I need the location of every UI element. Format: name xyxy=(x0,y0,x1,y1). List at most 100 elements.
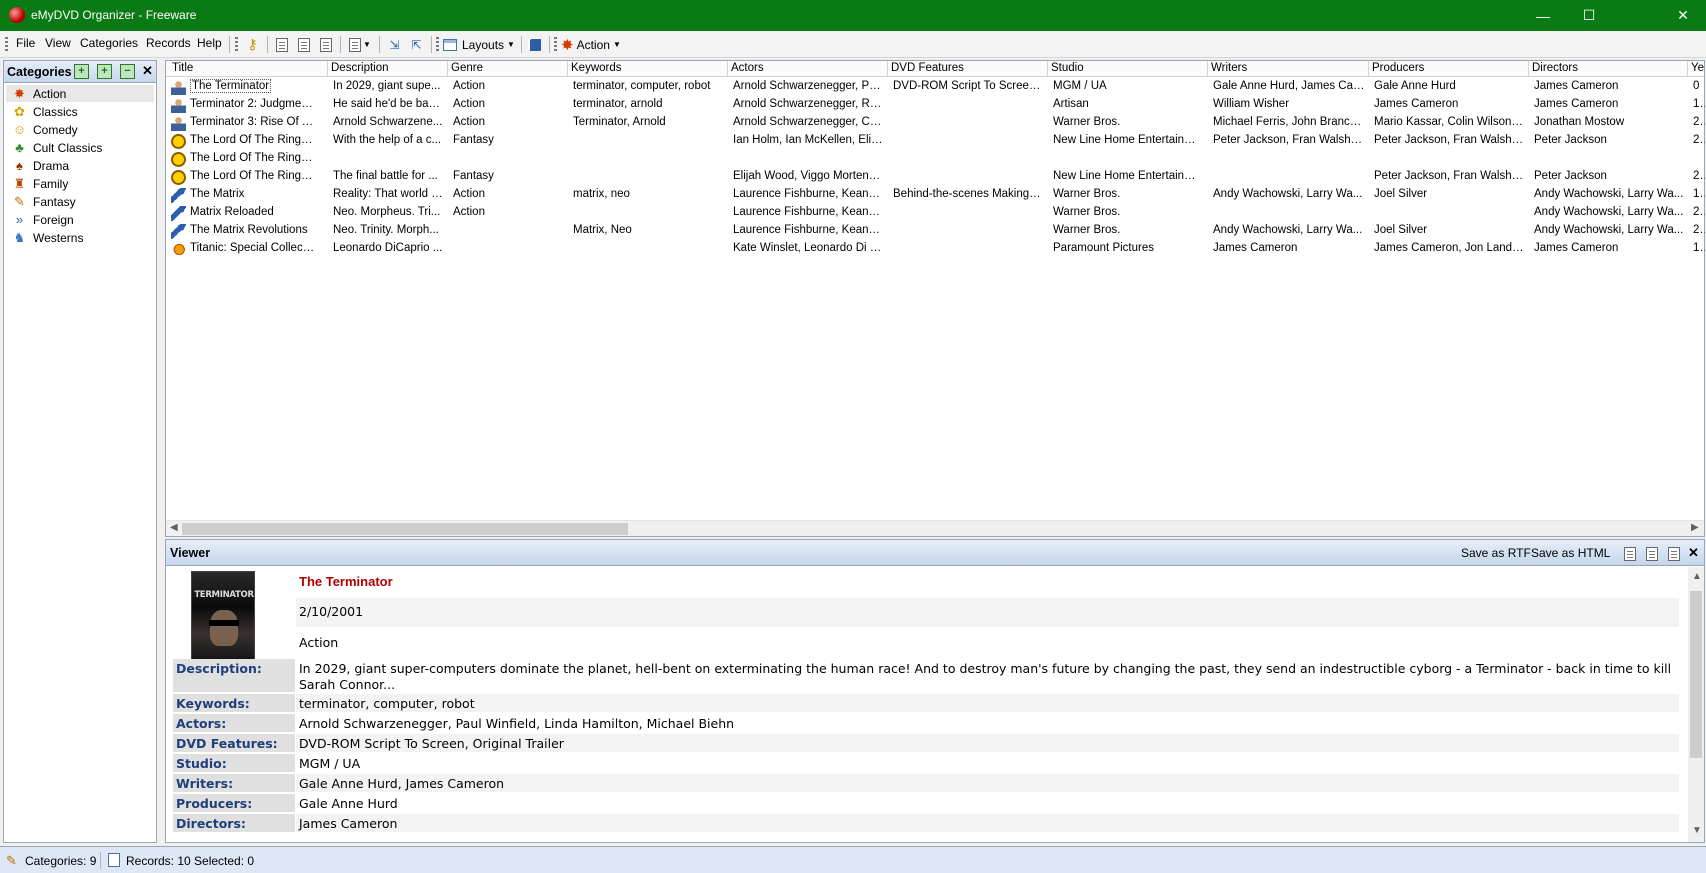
column-divider[interactable] xyxy=(1047,61,1048,77)
column-header[interactable]: Studio xyxy=(1051,62,1084,74)
category-item[interactable]: ♞ Westerns xyxy=(6,229,154,246)
vertical-scrollbar[interactable]: ▲ ▼ xyxy=(1688,567,1704,842)
table-cell: Peter Jackson xyxy=(1534,170,1607,182)
scroll-down-icon[interactable]: ▼ xyxy=(1692,825,1702,836)
column-header[interactable]: Title xyxy=(172,62,193,74)
scrollbar-thumb[interactable] xyxy=(1690,591,1702,758)
horizontal-scrollbar[interactable]: ◀ ▶ xyxy=(166,520,1704,536)
category-item[interactable]: ♠ Drama xyxy=(6,157,154,174)
clear-filter-icon[interactable]: ⇱ xyxy=(407,35,426,54)
close-viewer-icon[interactable]: ✕ xyxy=(1688,545,1699,561)
keys-icon[interactable]: ⚷ xyxy=(243,35,262,54)
column-header[interactable]: Keywords xyxy=(571,62,622,74)
table-cell: Action xyxy=(453,206,485,218)
category-item[interactable]: ☺ Comedy xyxy=(6,121,154,138)
categories-title: Categories xyxy=(7,65,72,79)
menu-view[interactable]: View xyxy=(45,36,71,50)
column-divider[interactable] xyxy=(1207,61,1208,77)
column-divider[interactable] xyxy=(1368,61,1369,77)
layouts-button[interactable]: Layouts ▼ xyxy=(443,35,515,54)
table-cell: Neo. Trinity. Morph... xyxy=(333,224,439,236)
copy-dropdown-icon[interactable]: ▼ xyxy=(346,35,374,54)
filter-icon[interactable]: ⇲ xyxy=(385,35,404,54)
flower-icon: ✿ xyxy=(14,104,25,119)
table-cell: 20 xyxy=(1693,224,1705,236)
table-row[interactable]: The Lord Of The Rings: ... The final batt… xyxy=(166,168,1705,186)
new-record-icon[interactable] xyxy=(272,35,291,54)
column-header[interactable]: Directors xyxy=(1532,62,1578,74)
category-item[interactable]: ✿ Classics xyxy=(6,103,154,120)
category-item[interactable]: ♣ Cult Classics xyxy=(6,139,154,156)
scroll-left-icon[interactable]: ◀ xyxy=(170,522,178,533)
close-panel-icon[interactable]: ✕ xyxy=(142,63,153,79)
column-divider[interactable] xyxy=(567,61,568,77)
column-header[interactable]: Ye xyxy=(1691,62,1704,74)
table-cell: Elijah Wood, Viggo Mortens... xyxy=(733,170,883,182)
column-divider[interactable] xyxy=(327,61,328,77)
category-label: Action xyxy=(33,86,67,101)
column-divider[interactable] xyxy=(1687,61,1688,77)
minimize-button[interactable]: — xyxy=(1520,0,1566,31)
menu-records[interactable]: Records xyxy=(146,36,191,50)
table-row[interactable]: Matrix Reloaded Neo. Morpheus. Tri... Acti… xyxy=(166,204,1705,222)
table-row[interactable]: The Matrix Reality: That world i... Action… xyxy=(166,186,1705,204)
table-row[interactable]: Titanic: Special Collector'... Leonardo D… xyxy=(166,240,1705,258)
column-divider[interactable] xyxy=(1528,61,1529,77)
table-row[interactable]: Terminator 3: Rise Of Th... Arnold Schwar… xyxy=(166,114,1705,132)
column-header[interactable]: Producers xyxy=(1372,62,1424,74)
status-bar: ✎ Categories: 9 Records: 10 Selected: 0 xyxy=(0,846,1706,873)
print-icon[interactable] xyxy=(1621,545,1638,562)
category-item[interactable]: ✸ Action xyxy=(6,85,154,102)
category-item[interactable]: ✎ Fantasy xyxy=(6,193,154,210)
table-cell: William Wisher xyxy=(1213,98,1290,110)
column-divider[interactable] xyxy=(887,61,888,77)
category-item[interactable]: » Foreign xyxy=(6,211,154,228)
table-cell: Gale Anne Hurd xyxy=(1374,80,1456,92)
maximize-button[interactable]: ☐ xyxy=(1566,0,1612,31)
add-category-icon[interactable]: + xyxy=(74,64,89,79)
column-header[interactable]: DVD Features xyxy=(891,62,964,74)
table-cell: Michael Ferris, John Brancato xyxy=(1213,116,1365,128)
scroll-up-icon[interactable]: ▲ xyxy=(1692,571,1702,582)
table-row[interactable]: The Terminator In 2029, giant supe... Acti… xyxy=(166,78,1704,96)
field-label: Keywords: xyxy=(173,694,295,712)
table-cell: In 2029, giant supe... xyxy=(333,80,441,92)
cowboy-icon: ♞ xyxy=(13,230,26,245)
edit-category-icon[interactable]: − xyxy=(120,64,135,79)
category-item[interactable]: ♜ Family xyxy=(6,175,154,192)
save-icon[interactable] xyxy=(525,35,544,54)
table-cell: MGM / UA xyxy=(1053,80,1107,92)
table-cell: Joel Silver xyxy=(1374,188,1428,200)
copy-icon[interactable] xyxy=(1665,545,1682,562)
action-button[interactable]: ✸ Action ▼ xyxy=(561,35,629,54)
column-header[interactable]: Genre xyxy=(451,62,483,74)
edit-record-icon[interactable] xyxy=(294,35,313,54)
add-subcategory-icon[interactable]: + xyxy=(97,64,112,79)
preview-icon[interactable] xyxy=(1643,545,1660,562)
table-cell: Jonathan Mostow xyxy=(1534,116,1625,128)
toolbar-separator xyxy=(267,36,268,53)
table-row[interactable]: The Lord Of The Rings: ... With the help … xyxy=(166,132,1705,150)
app-icon xyxy=(9,7,25,23)
column-divider[interactable] xyxy=(447,61,448,77)
close-button[interactable] xyxy=(1613,0,1659,31)
scrollbar-thumb[interactable] xyxy=(182,523,628,535)
table-cell: Terminator 3: Rise Of Th... xyxy=(190,116,316,128)
scroll-right-icon[interactable]: ▶ xyxy=(1691,522,1699,533)
column-header[interactable]: Description xyxy=(331,62,389,74)
save-as-rtf-button[interactable]: Save as RTF xyxy=(1461,546,1531,560)
menu-help[interactable]: Help xyxy=(197,36,222,50)
table-cell: Warner Bros. xyxy=(1053,116,1121,128)
menu-file[interactable]: File xyxy=(16,36,35,50)
table-row[interactable]: The Matrix Revolutions Neo. Trinity. Morp… xyxy=(166,222,1705,240)
menu-categories[interactable]: Categories xyxy=(80,36,138,50)
close-window-button[interactable]: ✕ xyxy=(1660,0,1706,31)
table-row[interactable]: Terminator 2: Judgment ... He said he'd b… xyxy=(166,96,1705,114)
column-header[interactable]: Actors xyxy=(731,62,764,74)
column-divider[interactable] xyxy=(727,61,728,77)
delete-record-icon[interactable] xyxy=(316,35,335,54)
table-row[interactable]: The Lord Of The Rings 2 xyxy=(166,150,1704,168)
save-as-html-button[interactable]: Save as HTML xyxy=(1531,546,1610,560)
column-header[interactable]: Writers xyxy=(1211,62,1247,74)
field-value: Arnold Schwarzenegger, Paul Winfield, Li… xyxy=(296,714,1679,732)
